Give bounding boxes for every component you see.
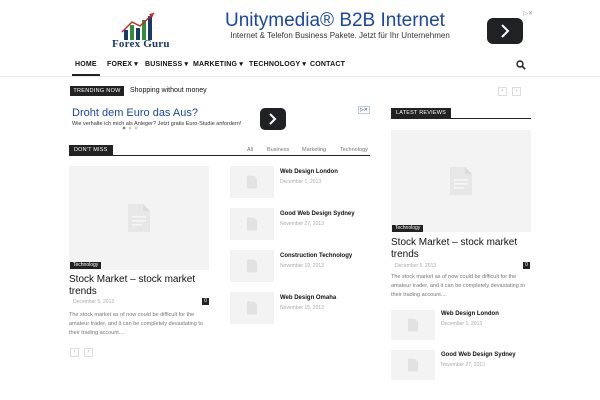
featured-image[interactable] bbox=[69, 166, 209, 270]
featured-article-title[interactable]: Stock Market – stock market trends bbox=[69, 274, 209, 298]
trending-next-button[interactable]: › bbox=[512, 87, 521, 96]
dont-miss-header: DON'T MISS All Business Marketing Techno… bbox=[69, 145, 370, 156]
image-placeholder-icon bbox=[407, 318, 419, 332]
review-featured-image[interactable] bbox=[391, 130, 531, 232]
review-excerpt: The stock market as of now could be diff… bbox=[391, 274, 525, 298]
top-ad-arrow-button[interactable] bbox=[487, 18, 523, 44]
featured-excerpt: The stock market as of now could be diff… bbox=[69, 312, 203, 336]
inline-ad-subtitle: Wie verhalte ich mich als Anleger? Jetzt… bbox=[72, 121, 242, 127]
filter-business[interactable]: Business bbox=[267, 147, 289, 153]
latest-reviews-header: LATEST REVIEWS bbox=[391, 108, 531, 119]
review-list-thumbnail[interactable] bbox=[391, 350, 435, 380]
nav-item-forex[interactable]: FOREX ▾ bbox=[107, 56, 138, 74]
nav-item-home[interactable]: HOME bbox=[72, 56, 100, 76]
chevron-right-icon bbox=[269, 113, 277, 125]
nav-divider bbox=[0, 76, 600, 77]
list-thumbnail[interactable] bbox=[230, 250, 274, 282]
review-date: December 5, 2013 bbox=[395, 263, 437, 269]
chevron-down-icon: ▾ bbox=[184, 61, 189, 68]
dont-miss-prev-button[interactable]: ‹ bbox=[70, 348, 79, 357]
list-thumbnail[interactable] bbox=[230, 166, 274, 198]
chevron-down-icon: ▾ bbox=[239, 61, 244, 68]
list-thumbnail[interactable] bbox=[230, 292, 274, 324]
category-badge[interactable]: Technology bbox=[392, 225, 424, 232]
adchoices-badge[interactable]: ▷✕ bbox=[523, 10, 533, 17]
list-item-title[interactable]: Construction Technology bbox=[280, 253, 352, 259]
top-ad-title[interactable]: Unitymedia® B2B Internet bbox=[225, 10, 445, 32]
main-navigation: HOME FOREX ▾ BUSINESS ▾ MARKETING ▾ TECH… bbox=[69, 56, 531, 76]
nav-item-business[interactable]: BUSINESS ▾ bbox=[145, 56, 188, 74]
trending-prev-button[interactable]: ‹ bbox=[498, 87, 507, 96]
filter-marketing[interactable]: Marketing bbox=[302, 147, 326, 153]
review-list-title[interactable]: Web Design London bbox=[441, 311, 499, 317]
list-item-date: November 27, 2013 bbox=[280, 221, 324, 227]
block-title-rule bbox=[69, 155, 370, 156]
image-placeholder-icon bbox=[407, 358, 419, 372]
review-list-date: December 1, 2013 bbox=[441, 321, 483, 327]
top-advertisement[interactable]: Unitymedia® B2B Internet Internet & Tele… bbox=[215, 10, 533, 46]
image-placeholder-icon bbox=[246, 175, 258, 189]
review-article-title[interactable]: Stock Market – stock market trends bbox=[391, 237, 531, 261]
comment-count[interactable]: 0 bbox=[523, 262, 530, 269]
image-placeholder-icon bbox=[246, 259, 258, 273]
image-placeholder-icon bbox=[128, 204, 150, 232]
review-list-date: November 27, 2013 bbox=[441, 362, 485, 368]
list-item-date: November 15, 2013 bbox=[280, 305, 324, 311]
logo-text: Forex Guru bbox=[112, 38, 170, 50]
list-item-title[interactable]: Web Design Omaha bbox=[280, 295, 336, 301]
top-ad-subtitle: Internet & Telefon Business Pakete. Jetz… bbox=[230, 31, 450, 40]
dont-miss-next-button[interactable]: › bbox=[84, 348, 93, 357]
list-thumbnail[interactable] bbox=[230, 208, 274, 240]
nav-item-contact[interactable]: CONTACT bbox=[310, 56, 345, 74]
nav-item-marketing[interactable]: MARKETING ▾ bbox=[193, 56, 243, 74]
chevron-right-icon bbox=[501, 24, 510, 38]
chevron-down-icon: ▾ bbox=[134, 61, 138, 68]
nav-item-technology[interactable]: TECHNOLOGY ▾ bbox=[249, 56, 306, 74]
review-list-thumbnail[interactable] bbox=[391, 310, 435, 340]
trending-badge: TRENDING NOW bbox=[70, 86, 124, 96]
image-placeholder-icon bbox=[450, 167, 472, 195]
filter-technology[interactable]: Technology bbox=[340, 147, 368, 153]
adchoices-badge[interactable]: ▷✕ bbox=[357, 106, 370, 114]
inline-ad-title[interactable]: Droht dem Euro das Aus? bbox=[72, 107, 198, 119]
filter-all[interactable]: All bbox=[247, 147, 253, 153]
category-badge[interactable]: Technology bbox=[70, 262, 102, 269]
image-placeholder-icon bbox=[246, 217, 258, 231]
chevron-down-icon: ▾ bbox=[302, 61, 307, 68]
trending-link[interactable]: Shopping without money bbox=[130, 86, 207, 96]
featured-date: December 5, 2013 bbox=[73, 299, 115, 305]
list-item-title[interactable]: Web Design London bbox=[280, 169, 338, 175]
image-placeholder-icon bbox=[246, 301, 258, 315]
list-item-date: December 1, 2013 bbox=[280, 179, 322, 185]
block-title-rule bbox=[391, 118, 531, 119]
list-item-date: November 19, 2013 bbox=[280, 263, 324, 269]
comment-count[interactable]: 0 bbox=[202, 298, 209, 305]
inline-ad-arrow-button[interactable] bbox=[260, 108, 286, 130]
list-item-title[interactable]: Good Web Design Sydney bbox=[280, 211, 355, 217]
inline-advertisement[interactable]: Droht dem Euro das Aus? Wie verhalte ich… bbox=[70, 106, 370, 132]
carousel-dots bbox=[122, 126, 138, 130]
review-list-title[interactable]: Good Web Design Sydney bbox=[441, 352, 516, 358]
search-icon[interactable] bbox=[516, 60, 526, 70]
